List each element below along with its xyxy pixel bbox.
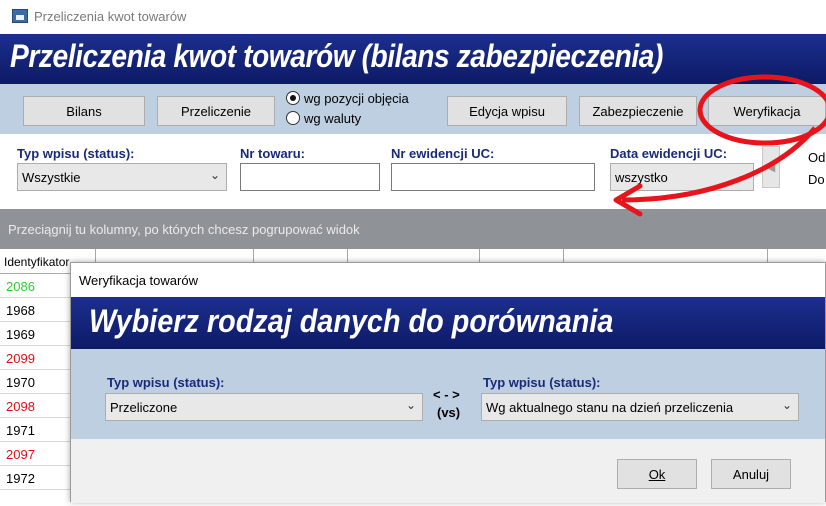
group-by-panel[interactable]: Przeciągnij tu kolumny, po których chces… <box>0 209 826 249</box>
verification-dialog: Weryfikacja towarów Wybierz rodzaj danyc… <box>70 262 826 503</box>
dialog-body: Typ wpisu (status): Przeliczone ⌄ < - > … <box>71 349 825 439</box>
radio-unselected-icon <box>286 111 300 125</box>
radio-wg-pozycji[interactable]: wg pozycji objęcia <box>286 88 409 108</box>
do-label: Do <box>808 172 825 187</box>
table-row[interactable]: 1972 <box>0 467 70 490</box>
data-ewidencji-select[interactable]: wszystko ⌄ <box>610 163 754 191</box>
nr-ewidencji-input[interactable] <box>391 163 595 191</box>
table-row[interactable]: 1969 <box>0 323 70 346</box>
chevron-down-icon: ⌄ <box>736 168 747 182</box>
left-type-value: Przeliczone <box>110 400 178 415</box>
left-type-label: Typ wpisu (status): <box>107 375 225 390</box>
vs-label: (vs) <box>437 405 461 420</box>
filter-panel: Typ wpisu (status): Wszystkie ⌄ Nr towar… <box>0 134 826 196</box>
chevron-down-icon: ⌄ <box>781 398 792 412</box>
radio-wg-waluty[interactable]: wg waluty <box>286 108 409 128</box>
table-row[interactable]: 1968 <box>0 299 70 322</box>
typ-wpisu-value: Wszystkie <box>22 170 81 185</box>
radio-selected-icon <box>286 91 300 105</box>
main-banner: Przeliczenia kwot towarów (bilans zabezp… <box>0 34 826 84</box>
typ-wpisu-select[interactable]: Wszystkie ⌄ <box>17 163 227 191</box>
table-row[interactable]: 2099 <box>0 347 70 370</box>
banner-title: Przeliczenia kwot towarów (bilans zabezp… <box>10 38 663 74</box>
right-type-value: Wg aktualnego stanu na dzień przeliczeni… <box>486 400 734 415</box>
typ-wpisu-label: Typ wpisu (status): <box>17 146 135 161</box>
radio-label: wg waluty <box>304 110 362 126</box>
przeliczenie-button[interactable]: Przeliczenie <box>157 96 275 126</box>
chevron-left-icon: ◀ <box>766 161 776 174</box>
bilans-button[interactable]: Bilans <box>23 96 145 126</box>
mode-radio-group: wg pozycji objęcia wg waluty <box>286 88 409 128</box>
right-type-label: Typ wpisu (status): <box>483 375 601 390</box>
data-ewidencji-label: Data ewidencji UC: <box>610 146 728 161</box>
left-type-select[interactable]: Przeliczone ⌄ <box>105 393 423 421</box>
dialog-banner: Wybierz rodzaj danych do porównania <box>71 297 825 349</box>
ok-label: Ok <box>648 466 666 482</box>
right-type-select[interactable]: Wg aktualnego stanu na dzień przeliczeni… <box>481 393 799 421</box>
cancel-button[interactable]: Anuluj <box>711 459 791 489</box>
table-row[interactable]: 2098 <box>0 395 70 418</box>
scroll-left-button[interactable]: ◀ <box>762 146 780 188</box>
od-label: Od <box>808 150 826 165</box>
dialog-heading: Wybierz rodzaj danych do porównania <box>89 303 614 339</box>
chevron-down-icon: ⌄ <box>405 398 416 412</box>
nr-ewidencji-label: Nr ewidencji UC: <box>391 146 495 161</box>
data-ewidencji-value: wszystko <box>615 170 668 185</box>
dialog-titlebar: Weryfikacja towarów <box>71 263 825 297</box>
toolbar: Bilans Przeliczenie wg pozycji objęcia w… <box>0 84 826 134</box>
nr-towaru-label: Nr towaru: <box>240 146 305 161</box>
table-row[interactable]: 2086 <box>0 275 70 298</box>
dialog-footer: Ok Anuluj <box>71 439 825 503</box>
table-row[interactable]: 2097 <box>0 443 70 466</box>
table-row[interactable]: 1971 <box>0 419 70 442</box>
chevron-down-icon: ⌄ <box>209 168 220 182</box>
nr-towaru-input[interactable] <box>240 163 380 191</box>
compare-arrow: < - > <box>433 387 460 402</box>
radio-label: wg pozycji objęcia <box>304 90 409 106</box>
ok-button[interactable]: Ok <box>617 459 697 489</box>
table-row[interactable]: 1970 <box>0 371 70 394</box>
zabezpieczenie-button[interactable]: Zabezpieczenie <box>579 96 697 126</box>
window-title: Przeliczenia kwot towarów <box>34 9 187 24</box>
dialog-title: Weryfikacja towarów <box>79 273 198 288</box>
edycja-wpisu-button[interactable]: Edycja wpisu <box>447 96 567 126</box>
app-icon <box>12 9 28 23</box>
window-titlebar: Przeliczenia kwot towarów <box>0 0 826 34</box>
weryfikacja-button[interactable]: Weryfikacja <box>708 96 826 126</box>
group-by-hint: Przeciągnij tu kolumny, po których chces… <box>8 222 360 237</box>
